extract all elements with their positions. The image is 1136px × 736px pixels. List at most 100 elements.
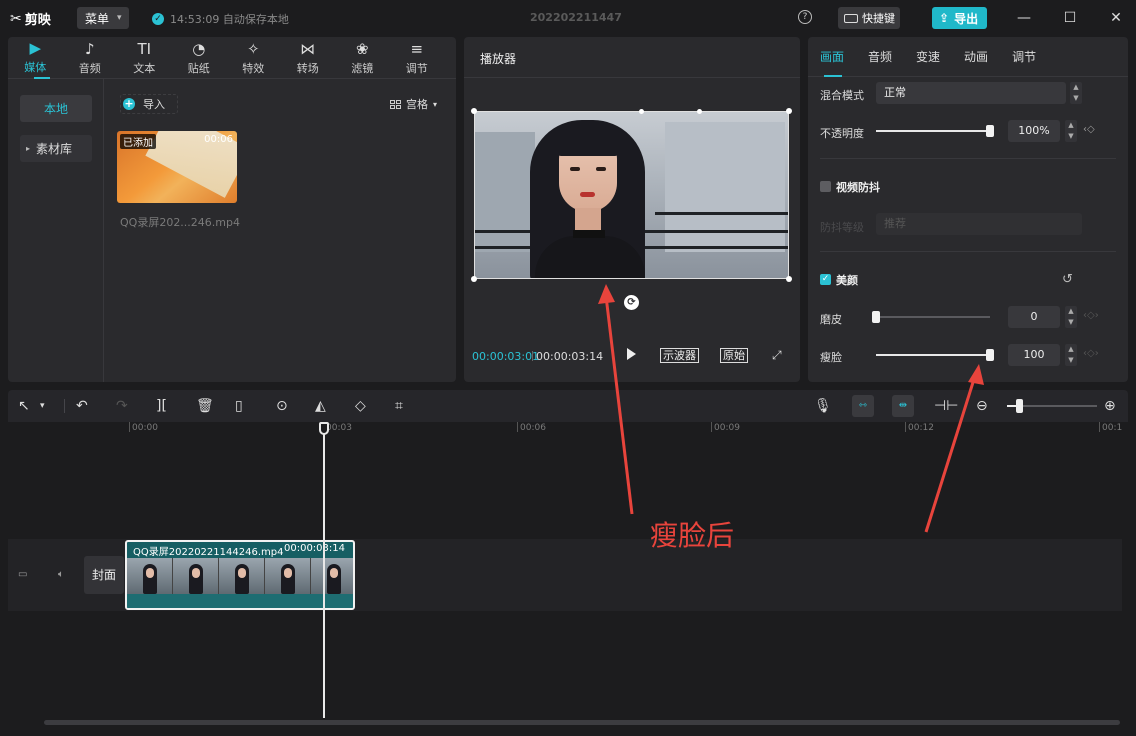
video-clip[interactable]: QQ录屏20220221144246.mp4 00:00:03:14	[125, 540, 355, 610]
export-button[interactable]: ⇪ 导出	[932, 7, 987, 29]
tab-media[interactable]: ▶ 媒体	[8, 37, 63, 79]
capcut-logo-icon: ✂	[10, 10, 22, 27]
tab-transition[interactable]: ⋈ 转场	[281, 37, 336, 79]
opacity-input[interactable]: 100%	[1008, 120, 1060, 142]
view-mode-dropdown[interactable]: 宫格 ▾	[390, 96, 437, 112]
menu-button[interactable]: 菜单 ▾	[77, 7, 129, 29]
track-mute-icon[interactable]: 🔈︎	[58, 569, 64, 580]
time-ruler[interactable]: 00:00 00:03 00:06 00:09 00:12 00:1	[8, 422, 1128, 438]
shortcut-button[interactable]: 快捷键	[838, 7, 900, 29]
tab-adjust[interactable]: 调节	[1012, 48, 1036, 65]
smooth-slider-knob[interactable]	[872, 311, 880, 323]
beauty-checkbox[interactable]: ✓	[820, 274, 831, 285]
keyframe-icon[interactable]: ‹◇›	[1083, 348, 1099, 359]
tab-label: 媒体	[24, 60, 47, 74]
tab-speed[interactable]: 变速	[916, 48, 940, 65]
blend-mode-select[interactable]: 正常	[876, 82, 1066, 104]
tab-audio[interactable]: 音频	[868, 48, 892, 65]
resize-handle[interactable]	[471, 276, 477, 282]
smooth-input[interactable]: 0	[1008, 306, 1060, 328]
thumbnail-duration: 00:06	[204, 134, 233, 145]
slim-face-label: 瘦脸	[820, 351, 842, 364]
tab-label: 滤镜	[351, 61, 374, 75]
tab-text[interactable]: TI 文本	[117, 37, 172, 79]
track-video-icon[interactable]: ▭	[18, 569, 27, 580]
play-icon[interactable]	[627, 348, 636, 360]
mirror-icon[interactable]: ◭	[315, 397, 326, 415]
close-icon[interactable]: ✕	[1106, 8, 1126, 28]
zoom-slider-knob[interactable]	[1016, 399, 1023, 413]
help-icon[interactable]: ?	[798, 10, 812, 24]
cover-button[interactable]: 封面	[84, 556, 124, 594]
divider	[820, 251, 1116, 252]
tab-audio[interactable]: ♪ 音频	[63, 37, 118, 79]
export-label: 导出	[954, 11, 979, 26]
delete-icon[interactable]: 🗑︎	[196, 397, 214, 415]
rotate-icon[interactable]: ⟳	[624, 295, 639, 310]
resize-handle[interactable]	[786, 108, 792, 114]
import-button[interactable]: + 导入	[120, 94, 178, 114]
resize-handle[interactable]	[697, 109, 702, 114]
fullscreen-icon[interactable]: ⤢	[772, 348, 782, 363]
ruler-tick	[517, 422, 518, 432]
original-ratio-button[interactable]: 原始	[720, 348, 748, 363]
sidebar-item-library[interactable]: ▸ 素材库	[20, 135, 92, 162]
sidebar-item-local[interactable]: 本地	[20, 95, 92, 122]
select-cursor-icon[interactable]: ↖	[18, 397, 30, 415]
main-track-magnet-icon[interactable]: ⇿	[852, 395, 874, 417]
slim-face-input[interactable]: 100	[1008, 344, 1060, 366]
resize-handle[interactable]	[786, 276, 792, 282]
tab-adjust[interactable]: ≡ 调节	[390, 37, 445, 79]
zoom-out-icon[interactable]: ⊖	[976, 397, 988, 415]
ruler-tick	[129, 422, 130, 432]
auto-snap-icon[interactable]: ⇹	[892, 395, 914, 417]
video-preview[interactable]	[474, 111, 789, 279]
scope-button[interactable]: 示波器	[660, 348, 699, 363]
smooth-slider-track[interactable]	[876, 316, 990, 318]
opacity-slider-knob[interactable]	[986, 125, 994, 137]
tab-animation[interactable]: 动画	[964, 48, 988, 65]
smooth-stepper[interactable]: ▲ ▼	[1065, 306, 1077, 328]
media-icon: ▶	[29, 38, 42, 57]
minimize-icon[interactable]: —	[1014, 8, 1034, 28]
playhead[interactable]	[323, 422, 325, 718]
slim-face-stepper[interactable]: ▲ ▼	[1065, 344, 1077, 366]
split-icon[interactable]: ][	[156, 397, 167, 415]
tab-sticker[interactable]: ◔ 贴纸	[172, 37, 227, 79]
crop-icon[interactable]: ⌗	[395, 397, 403, 415]
microphone-icon[interactable]: 🎙︎	[814, 397, 832, 415]
playhead-handle[interactable]	[319, 422, 329, 435]
slim-face-slider-knob[interactable]	[986, 349, 994, 361]
chevron-down-icon: ▾	[117, 13, 122, 23]
undo-icon[interactable]: ↶	[76, 397, 88, 415]
reverse-icon[interactable]: ⊙	[276, 397, 288, 415]
keyframe-icon[interactable]: ‹◇›	[1083, 310, 1099, 321]
export-icon: ⇪	[939, 11, 950, 25]
railing	[655, 212, 788, 215]
ruler-label: 00:00	[132, 423, 158, 433]
tab-filter[interactable]: ❀ 滤镜	[335, 37, 390, 79]
tab-picture[interactable]: 画面	[820, 48, 844, 65]
opacity-stepper[interactable]: ▲ ▼	[1065, 120, 1077, 142]
stabilize-checkbox[interactable]	[820, 181, 831, 192]
rotate-icon[interactable]: ◇	[355, 397, 366, 415]
media-thumbnail[interactable]: 已添加 00:06	[117, 131, 237, 203]
horizontal-scrollbar[interactable]	[44, 720, 1120, 725]
resize-handle[interactable]	[639, 109, 644, 114]
link-split-icon[interactable]: ⊣⊢	[934, 397, 958, 415]
zoom-in-icon[interactable]: ⊕	[1104, 397, 1116, 415]
ruler-tick	[905, 422, 906, 432]
maximize-icon[interactable]: ☐	[1060, 8, 1080, 28]
resize-handle[interactable]	[471, 108, 477, 114]
blend-mode-stepper[interactable]: ▲ ▼	[1070, 82, 1082, 104]
ruler-label: 00:12	[908, 423, 934, 433]
freeze-frame-icon[interactable]: ▯	[235, 397, 243, 415]
timeline-area: 00:00 00:03 00:06 00:09 00:12 00:1 ▭ 🔈︎ …	[8, 422, 1128, 728]
reset-icon[interactable]: ↺	[1062, 272, 1073, 287]
chevron-down-icon[interactable]: ▾	[40, 397, 45, 415]
timeline-toolbar: ↖ ▾ ↶ ↷ ][ 🗑︎ ▯ ⊙ ◭ ◇ ⌗ 🎙︎ ⇿ ⇹ ⊣⊢ ⊖ ⊕	[8, 390, 1128, 422]
keyframe-icon[interactable]: ‹◇	[1083, 124, 1095, 135]
tab-effects[interactable]: ✧ 特效	[226, 37, 281, 79]
opacity-slider-fill	[876, 130, 990, 132]
blend-mode-label: 混合模式	[820, 89, 864, 102]
